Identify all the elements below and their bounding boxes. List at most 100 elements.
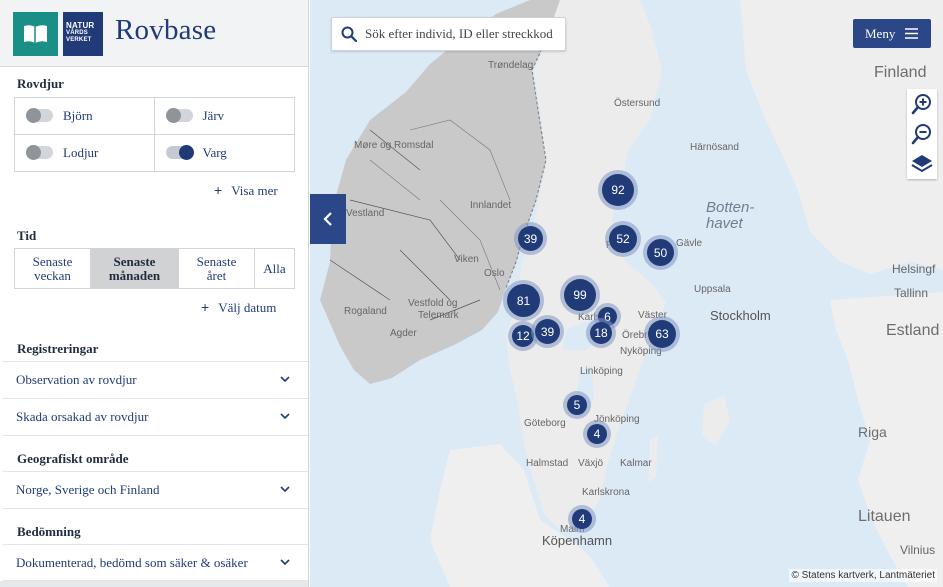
place-label: Botten- xyxy=(706,199,755,216)
cluster-marker[interactable]: 92 xyxy=(602,174,634,206)
place-label: havet xyxy=(706,215,743,232)
naturvardsverket-logo: NATUR VÅRDS VERKET xyxy=(63,12,103,56)
place-label: Møre og Romsdal xyxy=(354,140,434,151)
place-label: Vestland xyxy=(346,208,385,219)
cluster-marker[interactable]: 12 xyxy=(512,325,534,347)
book-logo-icon xyxy=(13,12,58,56)
accordion-area[interactable]: Norge, Sverige och Finland xyxy=(3,471,308,508)
cluster-marker[interactable]: 81 xyxy=(507,284,540,317)
toggle-switch[interactable] xyxy=(26,108,53,124)
species-toggle-jarv[interactable]: Järv xyxy=(154,98,294,135)
chevron-down-icon xyxy=(280,376,290,383)
place-label: Viken xyxy=(454,254,479,265)
place-label: Agder xyxy=(390,328,417,339)
place-label: Vilnius xyxy=(900,543,936,557)
time-option-year[interactable]: Senaste året xyxy=(179,249,255,288)
place-label: Vestfold og xyxy=(408,298,458,309)
map-view[interactable]: Finland Botten- havet Estland Riga Litau… xyxy=(310,0,943,587)
toggle-switch[interactable] xyxy=(26,145,53,161)
chevron-down-icon xyxy=(280,413,290,420)
place-label: Örebr xyxy=(622,330,648,341)
place-label: Gävle xyxy=(676,238,703,249)
place-label: Tallinn xyxy=(894,286,929,300)
place-label: Stockholm xyxy=(710,308,771,323)
place-label: Nyköping xyxy=(620,346,662,357)
brand-header: NATUR VÅRDS VERKET Rovbase xyxy=(0,0,308,67)
layers-button[interactable] xyxy=(907,149,937,179)
search-box[interactable] xyxy=(331,17,566,51)
place-label: Telemark xyxy=(418,310,459,321)
group-title-geo: Geografiskt område xyxy=(17,451,129,466)
cluster-marker[interactable]: 5 xyxy=(567,395,587,415)
toggle-switch[interactable] xyxy=(165,145,194,161)
map-attribution: © Statens kartverk, Lantmäteriet xyxy=(789,569,937,582)
accordion-damage[interactable]: Skada orsakad av rovdjur xyxy=(3,398,308,435)
place-label: Helsingf xyxy=(892,262,936,276)
layers-icon xyxy=(911,155,933,173)
place-label: Estland xyxy=(886,322,940,339)
place-label: Trøndelag xyxy=(488,60,534,71)
place-label: Kalmar xyxy=(620,458,652,469)
cluster-marker[interactable]: 52 xyxy=(609,225,637,253)
species-toggle-varg[interactable]: Varg xyxy=(155,135,295,172)
cluster-marker[interactable]: 63 xyxy=(648,320,676,348)
place-label: Växjö xyxy=(578,458,604,469)
menu-button[interactable]: Meny xyxy=(853,19,931,48)
chevron-down-icon xyxy=(280,559,290,566)
place-label: Karlskrona xyxy=(582,487,630,498)
cluster-marker[interactable]: 39 xyxy=(535,319,560,344)
plus-icon: + xyxy=(214,182,223,198)
place-label: Rogaland xyxy=(344,306,387,317)
zoom-in-icon xyxy=(911,94,931,115)
place-label: Linköping xyxy=(580,366,623,377)
search-input[interactable] xyxy=(365,26,565,42)
time-option-month[interactable]: Senaste månaden xyxy=(91,249,179,288)
filter-sidebar: NATUR VÅRDS VERKET Rovbase Rovdjur Björn… xyxy=(0,0,309,587)
map-toolbar xyxy=(907,89,937,179)
group-title-assessment: Bedömning xyxy=(17,524,81,539)
place-label: Jönköping xyxy=(594,414,640,425)
base-map[interactable] xyxy=(310,0,943,587)
search-icon xyxy=(341,26,357,42)
hamburger-icon xyxy=(905,28,919,39)
place-label: Finland xyxy=(874,64,927,81)
species-grid: Björn Järv Lodjur Varg xyxy=(14,97,295,172)
cluster-marker[interactable]: 39 xyxy=(518,226,543,251)
accordion-observation[interactable]: Observation av rovdjur xyxy=(3,361,308,398)
place-label: Innlandet xyxy=(470,200,512,211)
group-title-registrations: Registreringar xyxy=(17,341,99,356)
time-title: Tid xyxy=(17,228,37,243)
place-label: Östersund xyxy=(614,98,661,109)
toggle-switch[interactable] xyxy=(165,108,193,124)
species-title: Rovdjur xyxy=(17,76,64,91)
species-toggle-bjorn[interactable]: Björn xyxy=(15,98,155,135)
place-label: Oslo xyxy=(484,268,505,279)
place-label: Köpenhamn xyxy=(542,533,613,548)
cluster-marker[interactable]: 99 xyxy=(564,279,596,311)
chevron-left-icon xyxy=(323,212,332,226)
zoom-in-button[interactable] xyxy=(907,89,937,119)
accordion-assessment[interactable]: Dokumenterad, bedömd som säker & osäker xyxy=(3,544,308,581)
cluster-marker[interactable]: 4 xyxy=(587,424,607,444)
cluster-marker[interactable]: 4 xyxy=(572,509,592,529)
time-range-selector: Senaste veckan Senaste månaden Senaste året… xyxy=(14,248,295,289)
place-label: Göteborg xyxy=(524,418,566,429)
zoom-out-button[interactable] xyxy=(907,119,937,149)
plus-icon: + xyxy=(201,299,210,315)
zoom-out-icon xyxy=(911,124,931,145)
place-label: Halmstad xyxy=(526,458,569,469)
collapse-sidebar-button[interactable] xyxy=(310,194,346,244)
place-label: Härnösand xyxy=(690,142,739,153)
place-label: Riga xyxy=(858,424,887,440)
place-label: Uppsala xyxy=(694,284,731,295)
show-more-link[interactable]: + Visa mer xyxy=(214,182,278,199)
app-title: Rovbase xyxy=(115,14,217,46)
time-option-all[interactable]: Alla xyxy=(255,249,294,288)
choose-date-link[interactable]: + Välj datum xyxy=(201,299,276,316)
time-option-week[interactable]: Senaste veckan xyxy=(15,249,91,288)
chevron-down-icon xyxy=(280,486,290,493)
cluster-marker[interactable]: 50 xyxy=(647,239,674,266)
place-label: Litauen xyxy=(858,508,911,525)
species-toggle-lodjur[interactable]: Lodjur xyxy=(15,134,155,171)
cluster-marker[interactable]: 18 xyxy=(590,322,612,344)
